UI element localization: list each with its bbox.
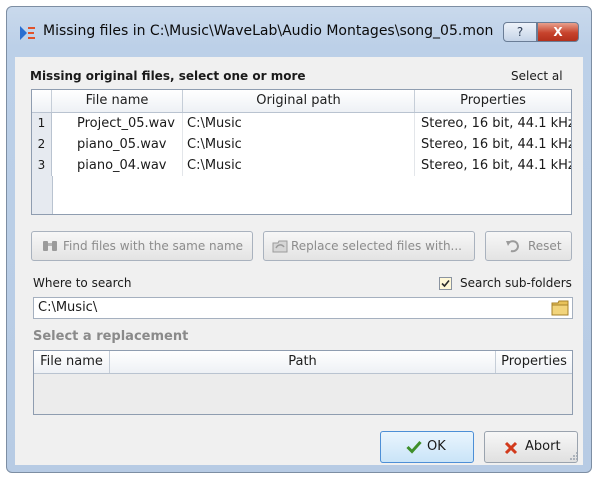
- column-header-original-path[interactable]: Original path: [183, 90, 415, 112]
- missing-files-header: File name Original path Properties: [32, 90, 571, 113]
- abort-button[interactable]: Abort: [484, 431, 578, 463]
- table-row[interactable]: 1 Project_05.wav C:\Music Stereo, 16 bit…: [32, 113, 571, 134]
- reset-label: Reset: [528, 239, 562, 253]
- abort-x-icon: [504, 441, 518, 455]
- title-bar[interactable]: Missing files in C:\Music\WaveLab\Audio …: [7, 7, 591, 57]
- resize-grip-icon[interactable]: [569, 451, 579, 461]
- abort-label: Abort: [525, 439, 561, 454]
- search-subfolders-label[interactable]: Search sub-folders: [460, 276, 572, 290]
- column-header-file-name[interactable]: File name: [34, 351, 110, 373]
- replacement-table[interactable]: File name Path Properties: [33, 350, 573, 415]
- close-button[interactable]: X: [537, 22, 579, 42]
- search-path-value: C:\Music\: [38, 300, 98, 315]
- properties-cell: Stereo, 16 bit, 44.1 kHz: [421, 116, 571, 131]
- where-to-search-label: Where to search: [33, 276, 132, 290]
- dialog-window: Missing files in C:\Music\WaveLab\Audio …: [6, 6, 592, 473]
- checkmark-icon: [441, 279, 450, 288]
- find-same-name-button[interactable]: Find files with the same name: [31, 231, 253, 261]
- help-button[interactable]: ?: [503, 22, 537, 42]
- column-header-properties[interactable]: Properties: [415, 90, 571, 112]
- column-header-properties[interactable]: Properties: [496, 351, 572, 373]
- undo-icon: [506, 240, 520, 253]
- checkmark-icon: [406, 440, 422, 454]
- binoculars-icon: [43, 241, 57, 251]
- original-path-cell: C:\Music: [183, 155, 415, 176]
- wavelab-app-icon: [20, 26, 35, 40]
- window-title: Missing files in C:\Music\WaveLab\Audio …: [43, 23, 494, 39]
- file-name-cell: Project_05.wav: [52, 113, 183, 134]
- file-name-cell: piano_04.wav: [52, 155, 183, 176]
- file-name-cell: piano_05.wav: [52, 134, 183, 155]
- ok-button[interactable]: OK: [380, 431, 474, 463]
- row-number-gutter: [32, 176, 53, 214]
- row-number: 2: [32, 134, 52, 155]
- replace-selected-label: Replace selected files with...: [291, 239, 462, 253]
- replacement-header: File name Path Properties: [34, 351, 572, 374]
- table-row[interactable]: 2 piano_05.wav C:\Music Stereo, 16 bit, …: [32, 134, 571, 155]
- column-header-path[interactable]: Path: [110, 351, 496, 373]
- dialog-client-area: Missing original files, select one or mo…: [15, 57, 583, 465]
- properties-cell: Stereo, 16 bit, 44.1 kHz: [421, 158, 571, 173]
- select-all-link[interactable]: Select al: [511, 69, 563, 83]
- ok-label: OK: [427, 439, 446, 454]
- folder-replace-icon: [272, 240, 288, 253]
- search-path-input[interactable]: C:\Music\: [33, 297, 573, 319]
- original-path-cell: C:\Music: [183, 113, 415, 134]
- close-icon: X: [553, 25, 563, 39]
- search-subfolders-checkbox[interactable]: [439, 277, 452, 290]
- row-number-header: [32, 90, 52, 112]
- properties-cell: Stereo, 16 bit, 44.1 kHz: [421, 137, 571, 152]
- browse-folder-icon[interactable]: [551, 300, 569, 316]
- help-icon: ?: [516, 25, 524, 39]
- missing-files-heading: Missing original files, select one or mo…: [30, 69, 306, 83]
- column-header-file-name[interactable]: File name: [52, 90, 183, 112]
- row-number: 1: [32, 113, 52, 134]
- table-row[interactable]: 3 piano_04.wav C:\Music Stereo, 16 bit, …: [32, 155, 571, 176]
- find-same-name-label: Find files with the same name: [63, 239, 244, 253]
- select-replacement-heading: Select a replacement: [33, 329, 189, 344]
- missing-files-table[interactable]: File name Original path Properties 1 Pro…: [31, 89, 572, 215]
- row-number: 3: [32, 155, 52, 176]
- original-path-cell: C:\Music: [183, 134, 415, 155]
- replace-selected-button[interactable]: Replace selected files with...: [263, 231, 475, 261]
- reset-button[interactable]: Reset: [485, 231, 572, 261]
